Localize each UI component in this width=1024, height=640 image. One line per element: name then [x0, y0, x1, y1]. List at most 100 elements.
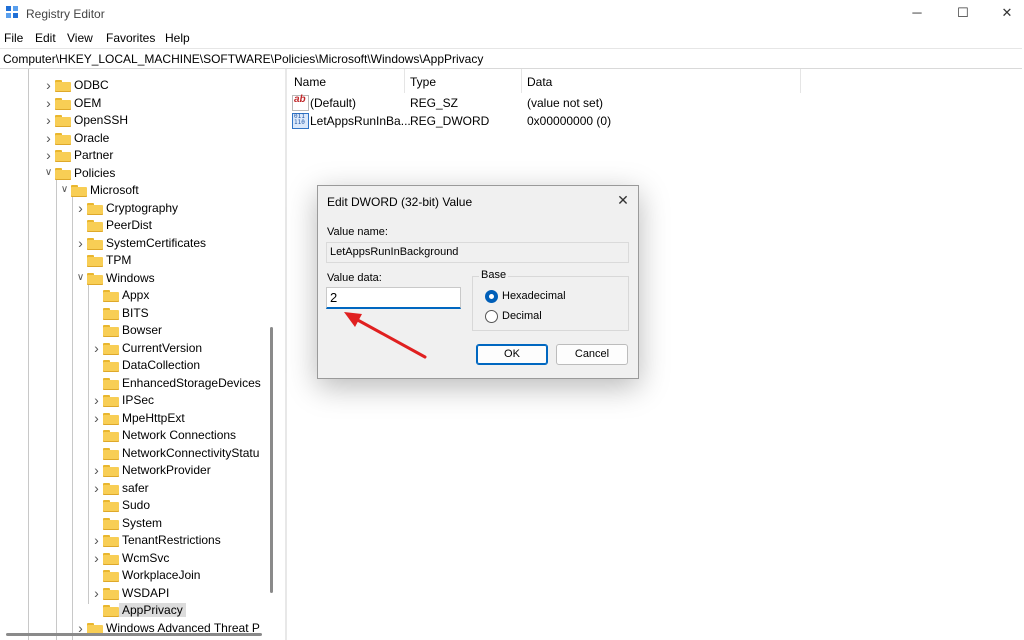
annotation-arrow	[344, 312, 427, 359]
folder-icon	[103, 378, 119, 390]
tree-item-label: OpenSSH	[74, 113, 129, 127]
column-divider[interactable]	[404, 69, 405, 93]
chevron-right-icon[interactable]: ›	[92, 411, 101, 425]
chevron-right-icon[interactable]: ›	[44, 96, 53, 110]
chevron-right-icon[interactable]: ›	[92, 341, 101, 355]
tree-scrollbar[interactable]	[270, 327, 273, 593]
tree-item-label: BITS	[122, 306, 149, 320]
value-data-label: Value data:	[327, 272, 382, 284]
title-bar: Registry Editor ─ ☐ ✕	[0, 0, 1024, 28]
decimal-label[interactable]: Decimal	[502, 310, 542, 322]
folder-icon	[103, 308, 119, 320]
chevron-right-icon[interactable]: ›	[44, 131, 53, 145]
value-data: 0x00000000 (0)	[527, 114, 612, 128]
chevron-right-icon[interactable]: ›	[76, 236, 85, 250]
hexadecimal-radio[interactable]	[485, 290, 498, 303]
tree-item-label: WorkplaceJoin	[122, 568, 201, 582]
registry-editor-icon	[6, 6, 19, 19]
tree-item-label: Microsoft	[90, 183, 139, 197]
folder-icon	[87, 220, 103, 232]
address-path[interactable]: Computer\HKEY_LOCAL_MACHINE\SOFTWARE\Pol…	[3, 52, 483, 66]
tree-item-label: EnhancedStorageDevices	[122, 376, 261, 390]
tree-item-label: PeerDist	[106, 218, 153, 232]
menu-edit[interactable]: Edit	[35, 31, 56, 45]
base-group: Base Hexadecimal Decimal	[472, 269, 629, 331]
tree-item-label: NetworkConnectivityStatu	[122, 446, 260, 460]
decimal-radio[interactable]	[485, 310, 498, 323]
chevron-right-icon[interactable]: ›	[92, 586, 101, 600]
value-type: REG_SZ	[410, 96, 459, 110]
chevron-right-icon[interactable]: ›	[92, 551, 101, 565]
cancel-button[interactable]: Cancel	[556, 344, 628, 365]
tree-item-label: Network Connections	[122, 428, 237, 442]
chevron-right-icon[interactable]: ›	[92, 481, 101, 495]
chevron-right-icon[interactable]: ›	[76, 201, 85, 215]
folder-icon	[103, 413, 119, 425]
base-label: Base	[479, 269, 509, 281]
folder-icon	[103, 518, 119, 530]
menu-view[interactable]: View	[67, 31, 93, 45]
chevron-right-icon[interactable]: ›	[44, 78, 53, 92]
ok-button[interactable]: OK	[476, 344, 548, 365]
minimize-button[interactable]: ─	[894, 0, 940, 28]
folder-icon	[103, 395, 119, 407]
folder-icon	[103, 448, 119, 460]
menu-file[interactable]: File	[4, 31, 23, 45]
hexadecimal-label[interactable]: Hexadecimal	[502, 290, 566, 302]
folder-icon	[103, 290, 119, 302]
folder-icon	[103, 325, 119, 337]
tree-horizontal-scrollbar[interactable]	[6, 633, 262, 636]
tree-item-label: System	[122, 516, 163, 530]
column-type[interactable]: Type	[410, 75, 436, 89]
menu-help[interactable]: Help	[165, 31, 190, 45]
value-row-default[interactable]: ab (Default) REG_SZ (value not set)	[290, 94, 710, 112]
folder-icon	[87, 238, 103, 250]
folder-icon	[103, 535, 119, 547]
tree-item-label: Windows	[106, 271, 155, 285]
tree-guide-line	[28, 69, 29, 640]
address-bar[interactable]: Computer\HKEY_LOCAL_MACHINE\SOFTWARE\Pol…	[0, 48, 1022, 69]
dialog-close-button[interactable]: ✕	[614, 191, 632, 209]
value-name-text: LetAppsRunInBackground	[330, 246, 459, 258]
close-button[interactable]: ✕	[984, 0, 1024, 28]
dialog-title: Edit DWORD (32-bit) Value	[327, 195, 473, 209]
chevron-right-icon[interactable]: ›	[92, 533, 101, 547]
folder-icon	[103, 343, 119, 355]
folder-icon	[103, 360, 119, 372]
column-divider[interactable]	[800, 69, 801, 93]
chevron-down-icon[interactable]: ∨	[44, 167, 53, 179]
chevron-right-icon[interactable]: ›	[44, 148, 53, 162]
tree-item-label: WcmSvc	[122, 551, 170, 565]
folder-icon	[55, 98, 71, 110]
folder-icon	[55, 133, 71, 145]
folder-icon	[87, 203, 103, 215]
tree-item-label: Partner	[74, 148, 114, 162]
value-type: REG_DWORD	[410, 114, 490, 128]
value-name: (Default)	[310, 96, 357, 110]
menu-favorites[interactable]: Favorites	[106, 31, 155, 45]
chevron-down-icon[interactable]: ∨	[76, 272, 85, 284]
chevron-right-icon[interactable]: ›	[92, 463, 101, 477]
chevron-down-icon[interactable]: ∨	[60, 184, 69, 196]
string-value-icon: ab	[292, 94, 309, 111]
maximize-button[interactable]: ☐	[940, 0, 986, 28]
tree-item-label: NetworkProvider	[122, 463, 211, 477]
column-data[interactable]: Data	[527, 75, 552, 89]
folder-icon	[103, 483, 119, 495]
chevron-right-icon[interactable]: ›	[92, 393, 101, 407]
folder-icon	[71, 185, 87, 197]
menu-bar: File Edit View Favorites Help	[0, 28, 1024, 48]
key-tree[interactable]: › ODBC › OEM › OpenSSH › Oracle › Partner ∨ Policie…	[0, 69, 285, 640]
value-name-label: Value name:	[327, 226, 388, 238]
chevron-right-icon[interactable]: ›	[44, 113, 53, 127]
column-divider[interactable]	[521, 69, 522, 93]
tree-item-label: SystemCertificates	[106, 236, 207, 250]
pane-splitter[interactable]	[285, 69, 287, 640]
column-name[interactable]: Name	[294, 75, 326, 89]
folder-icon	[103, 588, 119, 600]
value-row-letappsruninbackground[interactable]: 011 110 LetAppsRunInBa... REG_DWORD 0x00…	[290, 112, 710, 130]
folder-icon	[87, 255, 103, 267]
folder-icon	[55, 80, 71, 92]
value-name: LetAppsRunInBa...	[310, 114, 411, 128]
tree-item-label: Bowser	[122, 323, 163, 337]
